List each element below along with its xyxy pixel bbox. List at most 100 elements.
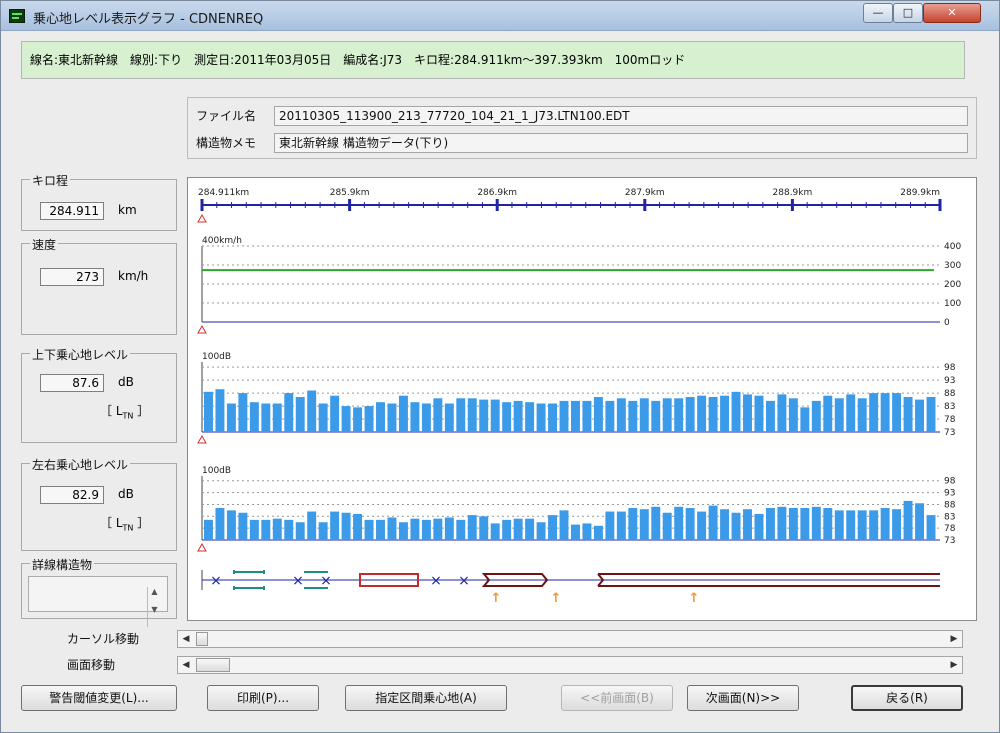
vertical-level-bar <box>674 398 684 432</box>
vertical-level-bar <box>616 398 626 432</box>
lateral-level-bar <box>261 519 271 540</box>
vertical-level-bar <box>823 395 833 432</box>
lateral-level-bar <box>674 506 684 540</box>
title-bar[interactable]: 乗心地レベル表示グラフ - CDNENREQ — □ ✕ <box>1 1 999 31</box>
vertical-level-bar <box>857 398 867 432</box>
vertical-ltn-label: ［ LTN ］ <box>100 402 149 420</box>
lateral-level-cursor-marker-icon <box>197 542 207 552</box>
screen-left-arrow-icon[interactable]: ◀ <box>178 657 194 673</box>
lateral-level-bar <box>341 512 351 540</box>
vertical-level-bar <box>444 403 454 432</box>
chart-svg: 284.911km 285.9km 286.9km 287.9km 288.9km 289… <box>197 188 961 606</box>
speed-unit: km/h <box>118 269 149 283</box>
lateral-level-bar <box>272 518 282 540</box>
vertical-ltn-end: ］ <box>133 404 150 418</box>
cursor-scroll-thumb[interactable] <box>196 632 208 646</box>
vertical-level-y-tick-label: 78 <box>944 415 956 425</box>
vertical-level-bar <box>456 398 466 432</box>
vertical-level-bar <box>318 403 328 432</box>
vertical-level-bar <box>559 400 569 432</box>
minimize-button[interactable]: — <box>863 3 893 23</box>
kilo-axis-tick-label: 286.9km <box>477 188 517 198</box>
vertical-level-bar <box>284 393 294 432</box>
vertical-level-bar <box>800 407 810 432</box>
lateral-level-bar <box>376 519 385 540</box>
vertical-level-bar <box>571 400 580 432</box>
file-name-field: 20110305_113900_213_77720_104_21_1_J73.L… <box>274 106 968 126</box>
lateral-level-bar <box>811 506 821 540</box>
maximize-button[interactable]: □ <box>893 3 923 23</box>
speed-cursor-marker-icon <box>197 324 207 334</box>
cursor-right-arrow-icon[interactable]: ▶ <box>946 631 962 647</box>
close-button[interactable]: ✕ <box>923 3 981 23</box>
prev-screen-button[interactable]: <<前画面(B) <box>561 685 673 711</box>
lateral-level-bar <box>697 511 707 540</box>
kilo-axis-tick-label: 287.9km <box>625 188 665 198</box>
vertical-ltn-main: ［ L <box>100 404 123 418</box>
vertical-level-bar <box>204 391 213 432</box>
vertical-level-y-tick-label: 98 <box>944 363 956 373</box>
crossing-mark-icon: × <box>210 573 222 589</box>
vertical-level-bar <box>754 395 764 432</box>
lateral-level-bar <box>318 522 328 540</box>
vertical-level-bar <box>307 390 317 432</box>
lateral-ltn-end: ］ <box>133 516 150 530</box>
lateral-level-bar <box>364 519 374 540</box>
lateral-level-bar <box>284 519 294 540</box>
vertical-level-bar <box>341 406 351 432</box>
screen-right-arrow-icon[interactable]: ▶ <box>946 657 962 673</box>
speed-value: 273 <box>40 268 104 286</box>
lateral-level-bar <box>903 500 913 540</box>
lateral-level-group: 左右乗心地レベル 82.9 dB ［ LTN ］ <box>21 456 177 551</box>
lateral-level-bar <box>525 518 535 540</box>
lateral-level-bar <box>605 511 615 540</box>
vertical-level-bar <box>364 406 374 432</box>
station-arrow-icon: ↑ <box>551 591 562 606</box>
cursor-move-scrollbar[interactable]: ◀ ▶ <box>177 630 963 648</box>
cursor-marker-icon <box>197 213 207 223</box>
speed-y-tick-label: 0 <box>944 318 950 328</box>
vertical-level-bar <box>398 395 408 432</box>
lateral-level-bar <box>720 509 730 540</box>
threshold-change-button[interactable]: 警告閾値変更(L)... <box>21 685 177 711</box>
back-button[interactable]: 戻る(R) <box>851 685 963 711</box>
vertical-level-bar <box>720 395 730 432</box>
vertical-level-bar <box>215 389 225 432</box>
lateral-level-bar <box>743 509 752 540</box>
print-button[interactable]: 印刷(P)... <box>207 685 319 711</box>
next-screen-button[interactable]: 次画面(N)>> <box>687 685 799 711</box>
lateral-level-bar <box>479 516 489 540</box>
lateral-level-bar <box>513 518 523 540</box>
vertical-level-bar <box>639 398 649 432</box>
kilo-group-title: キロ程 <box>30 172 71 189</box>
lateral-level-bar <box>880 508 890 540</box>
structure-list-scrollbar[interactable]: ▲ ▼ <box>147 587 161 627</box>
lateral-level-bar <box>823 508 833 540</box>
vertical-level-bar <box>593 397 603 432</box>
screen-move-scrollbar[interactable]: ◀ ▶ <box>177 656 963 674</box>
lateral-level-bar <box>915 503 925 540</box>
speed-top-label: 400km/h <box>202 236 242 246</box>
vertical-level-bar <box>467 398 477 432</box>
lateral-level-bar <box>926 515 936 540</box>
structure-memo-field: 東北新幹線 構造物データ(下り) <box>274 133 968 153</box>
vertical-level-bar <box>421 403 431 432</box>
speed-y-tick-label: 400 <box>944 242 961 252</box>
vertical-level-bar <box>903 397 913 432</box>
vertical-level-bar <box>788 398 798 432</box>
lateral-level-bar <box>249 519 259 540</box>
lateral-ltn-label: ［ LTN ］ <box>100 514 149 532</box>
screen-scroll-thumb[interactable] <box>196 658 230 672</box>
cursor-left-arrow-icon[interactable]: ◀ <box>178 631 194 647</box>
vertical-level-bar <box>869 393 879 432</box>
vertical-level-bar <box>353 407 363 432</box>
station-arrow-icon: ↑ <box>491 591 502 606</box>
lateral-ltn-sub: TN <box>122 523 134 533</box>
lateral-level-bar <box>788 508 798 540</box>
lateral-level-bar <box>226 510 236 540</box>
speed-group-title: 速度 <box>30 236 59 253</box>
structure-list[interactable]: ▲ ▼ <box>28 576 168 627</box>
chart-panel[interactable]: 284.911km 285.9km 286.9km 287.9km 288.9km 289… <box>187 177 977 621</box>
lateral-level-y-tick-label: 88 <box>944 500 956 510</box>
section-ride-quality-button[interactable]: 指定区間乗心地(A) <box>345 685 507 711</box>
